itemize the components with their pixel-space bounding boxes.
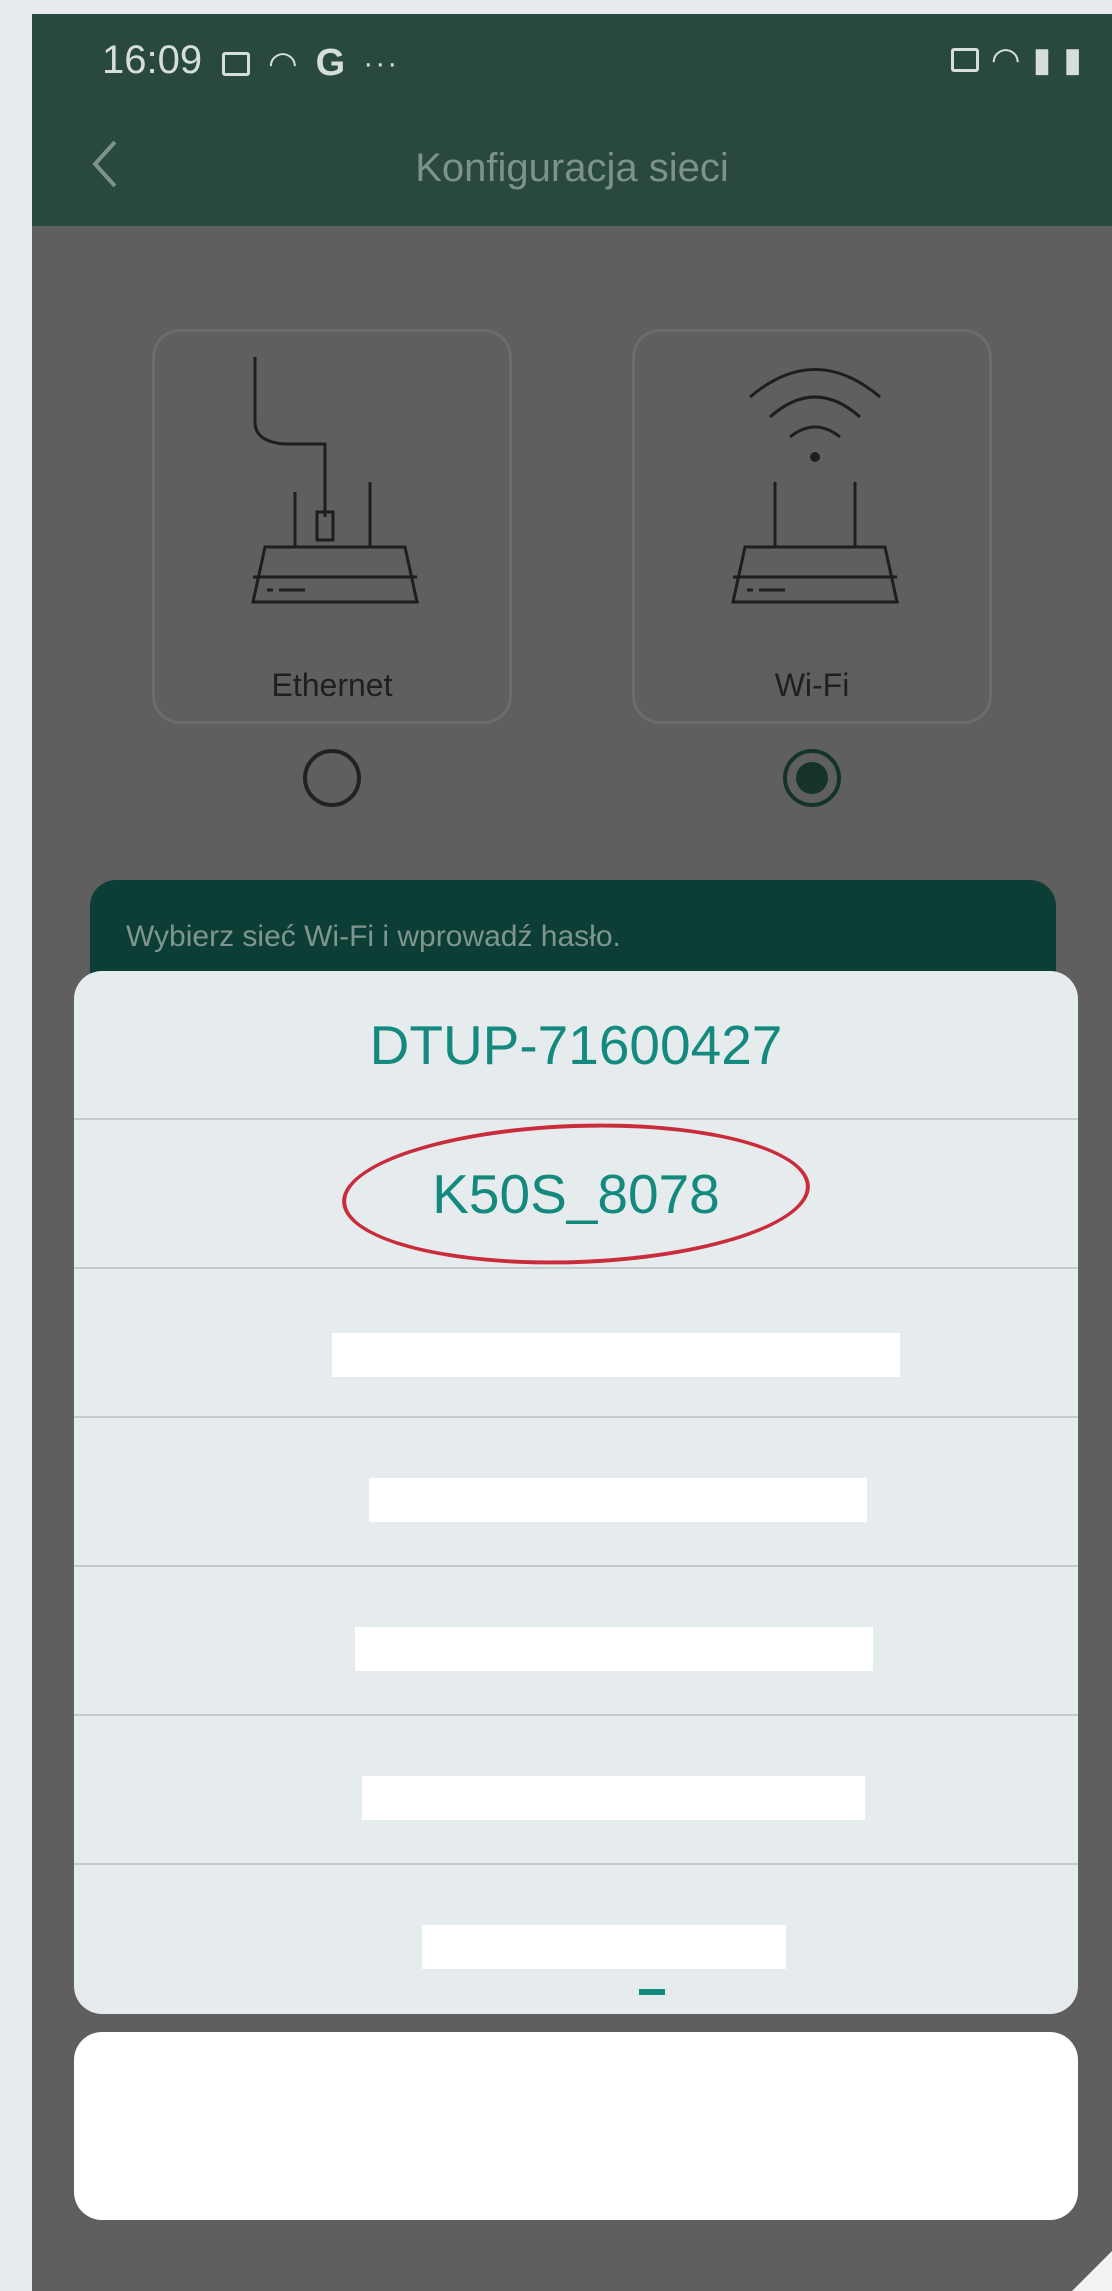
redaction-box xyxy=(369,1478,867,1522)
status-time: 16:09 xyxy=(102,38,203,82)
ethernet-radio[interactable] xyxy=(303,749,361,807)
cell-signal-icon: ▮ xyxy=(1032,41,1052,79)
page-title: Konfiguracja sieci xyxy=(415,146,729,190)
network-option-redacted[interactable] xyxy=(74,1269,1078,1418)
network-option-dtup[interactable]: DTUP-71600427 xyxy=(74,971,1078,1120)
ethernet-option-card[interactable]: Ethernet xyxy=(152,329,512,724)
network-list-sheet: DTUP-71600427 K50S_8078 xyxy=(74,971,1078,2014)
text-fragment xyxy=(639,1989,665,1995)
wifi-notification-icon: ◠ xyxy=(268,44,298,83)
wifi-label: Wi-Fi xyxy=(774,667,850,703)
status-bar: 16:09 ◠ G ··· ◠ ▮ ▮ xyxy=(32,14,1112,104)
app-header-area: 16:09 ◠ G ··· ◠ ▮ ▮ Konfiguracja sieci xyxy=(32,14,1112,226)
phone-screen: 16:09 ◠ G ··· ◠ ▮ ▮ Konfiguracja sieci E… xyxy=(32,14,1112,2291)
cancel-button[interactable] xyxy=(74,2032,1078,2220)
wifi-option-card[interactable]: Wi-Fi xyxy=(632,329,992,724)
highlight-oval xyxy=(339,1115,813,1273)
battery-icon: ▮ xyxy=(1063,41,1082,79)
hint-text: Wybierz sieć Wi-Fi i wprowadź hasło. xyxy=(126,920,621,953)
redaction-box xyxy=(422,1925,786,1969)
wifi-signal-icon: ◠ xyxy=(990,41,1021,79)
ethernet-label: Ethernet xyxy=(271,667,393,703)
wifi-router-icon xyxy=(731,368,899,604)
network-name: DTUP-71600427 xyxy=(369,1013,783,1076)
page-corner xyxy=(1072,2251,1112,2291)
toolbar: Konfiguracja sieci xyxy=(32,104,1112,226)
redaction-box xyxy=(362,1776,865,1820)
wifi-radio[interactable] xyxy=(783,749,841,807)
network-option-redacted[interactable] xyxy=(74,1418,1078,1567)
gallery-notification-icon xyxy=(222,51,250,76)
network-option-k50s[interactable]: K50S_8078 xyxy=(74,1115,1078,1273)
redaction-box xyxy=(332,1333,900,1377)
redaction-box xyxy=(355,1627,873,1671)
more-notifications-icon: ··· xyxy=(363,46,400,80)
network-option-redacted[interactable] xyxy=(74,1567,1078,1716)
network-option-redacted[interactable] xyxy=(74,1716,1078,1865)
ethernet-router-icon xyxy=(251,357,419,604)
network-option-redacted[interactable] xyxy=(74,1865,1078,2014)
google-notification-icon: G xyxy=(315,42,346,84)
lock-icon xyxy=(950,48,979,72)
